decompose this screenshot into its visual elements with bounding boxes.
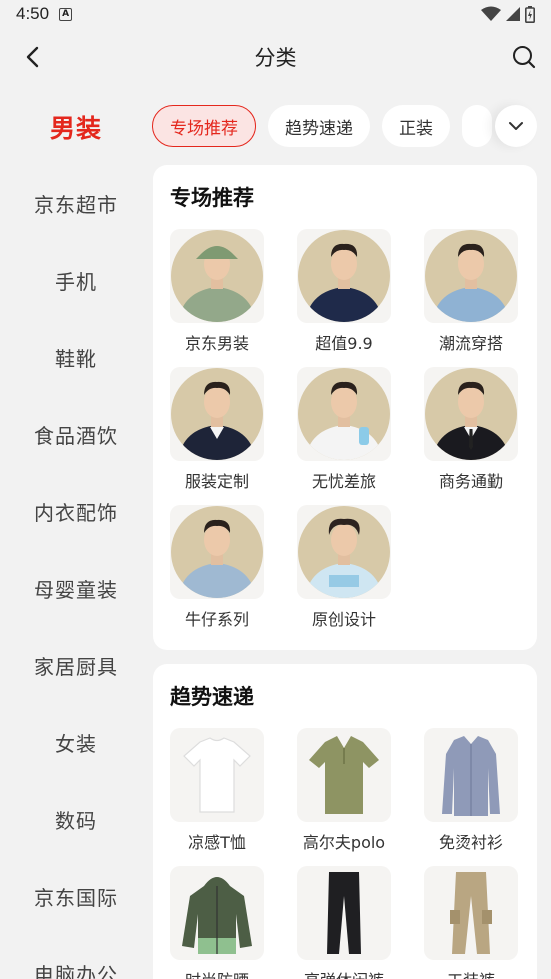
khaki-cargo-pants-icon [424, 866, 518, 960]
status-bar: 4:50 A [0, 0, 551, 28]
section-grid: 京东男装 超值9.9 潮流穿搭 服装定制 无忧差旅 商务通勤 牛仔系列 原创设计 [170, 229, 537, 643]
sidebar-item[interactable]: 京东超市 [0, 165, 152, 242]
category-tile[interactable]: 京东男装 [170, 229, 264, 367]
category-tile[interactable]: 无忧差旅 [297, 367, 391, 505]
category-tile[interactable]: 服装定制 [170, 367, 264, 505]
sidebar-item[interactable]: 家居厨具 [0, 627, 152, 704]
category-tile[interactable]: 免烫衬衫 [424, 728, 518, 866]
man-denim-jacket-icon [424, 229, 518, 323]
category-tile-label: 时尚防晒 [185, 967, 249, 979]
man-navy-polo-icon [297, 229, 391, 323]
white-tshirt-icon [170, 728, 264, 822]
sidebar-item[interactable]: 食品酒饮 [0, 396, 152, 473]
section-title: 趋势速递 [170, 685, 254, 709]
category-tile[interactable]: 工装裤 [424, 866, 518, 979]
category-tile-label: 超值9.9 [315, 334, 373, 353]
category-tile[interactable]: 牛仔系列 [170, 505, 264, 643]
sidebar-item[interactable]: 京东国际 [0, 858, 152, 935]
man-black-suit-tie-icon [424, 367, 518, 461]
category-tile-label: 高尔夫polo [302, 833, 386, 852]
category-tile[interactable]: 超值9.9 [297, 229, 391, 367]
sub-category-tabs: 专场推荐 趋势速递 正装 [152, 104, 551, 148]
back-arrow-icon[interactable] [20, 44, 46, 70]
section-card-trend: 趋势速递 凉感T恤 高尔夫polo 免烫衬衫时尚防晒 高弹休闲裤 工装裤 [153, 664, 537, 979]
category-tile-label: 京东男装 [184, 334, 249, 353]
category-sidebar: 男装 京东超市 手机 鞋靴 食品酒饮 内衣配饰 母婴童装 家居厨具 女装 数码 京东国际 电脑办公 [0, 88, 152, 979]
category-tile-label: 凉感T恤 [188, 833, 246, 852]
sidebar-item[interactable]: 数码 [0, 781, 152, 858]
category-tile[interactable]: 潮流穿搭 [424, 229, 518, 367]
cell-signal-icon [506, 7, 520, 21]
status-time: 4:50 [16, 4, 50, 23]
man-green-polo-bucket-hat-icon [170, 229, 264, 323]
tab-item[interactable]: 正装 [382, 105, 450, 147]
section-grid: 凉感T恤 高尔夫polo 免烫衬衫时尚防晒 高弹休闲裤 工装裤 [170, 728, 537, 979]
category-tile-label: 服装定制 [184, 472, 249, 491]
category-tile[interactable]: 高尔夫polo [297, 728, 391, 866]
man-dark-suit-icon [170, 367, 264, 461]
tab-item[interactable]: 趋势速递 [268, 105, 370, 147]
category-tile[interactable]: 原创设计 [297, 505, 391, 643]
olive-polo-shirt-icon [297, 728, 391, 822]
sidebar-item[interactable]: 鞋靴 [0, 319, 152, 396]
category-tile-label: 潮流穿搭 [438, 334, 503, 353]
sidebar-item[interactable]: 母婴童装 [0, 550, 152, 627]
sidebar-item[interactable]: 男装 [0, 88, 152, 165]
category-tile-label: 免烫衬衫 [438, 833, 503, 852]
battery-icon [525, 5, 535, 23]
category-tile-label: 高弹休闲裤 [304, 967, 384, 979]
chevron-down-icon [509, 122, 523, 130]
category-tile[interactable]: 高弹休闲裤 [297, 866, 391, 979]
man-denim-shirt-icon [170, 505, 264, 599]
category-tile-label: 商务通勤 [438, 472, 503, 491]
section-title: 专场推荐 [170, 186, 254, 210]
category-tile-label: 无忧差旅 [311, 472, 376, 491]
category-tile-label: 工装裤 [447, 967, 495, 979]
section-card-recommend: 专场推荐 京东男装 超值9.9 潮流穿搭 服装定制 无忧差旅 商务通勤 牛仔系列… [153, 165, 537, 650]
man-white-tee-icon [297, 367, 391, 461]
notification-badge-icon: A [59, 7, 73, 21]
category-tile[interactable]: 凉感T恤 [170, 728, 264, 866]
tab-item[interactable]: 专场推荐 [152, 105, 256, 147]
category-tile-label: 牛仔系列 [184, 610, 249, 629]
search-icon[interactable] [511, 44, 537, 70]
sidebar-item[interactable]: 内衣配饰 [0, 473, 152, 550]
category-tile-label: 原创设计 [311, 610, 376, 629]
top-bar: 分类 [0, 28, 551, 86]
man-graphic-sweatshirt-icon [297, 505, 391, 599]
sidebar-item[interactable]: 手机 [0, 242, 152, 319]
category-tile[interactable]: 商务通勤 [424, 367, 518, 505]
blue-dress-shirt-icon [424, 728, 518, 822]
sidebar-item[interactable]: 电脑办公 [0, 935, 152, 979]
wifi-icon [481, 6, 501, 21]
black-trousers-icon [297, 866, 391, 960]
green-hooded-jacket-icon [170, 866, 264, 960]
status-icons [481, 5, 535, 23]
page-title: 分类 [254, 46, 297, 70]
sidebar-item[interactable]: 女装 [0, 704, 152, 781]
expand-tabs-button[interactable] [495, 105, 537, 147]
tab-item-partial[interactable] [462, 105, 492, 147]
category-tile[interactable]: 时尚防晒 [170, 866, 264, 979]
